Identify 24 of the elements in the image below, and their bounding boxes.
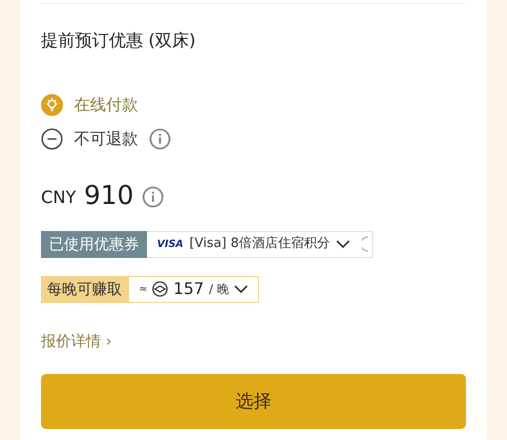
lightbulb-icon [41,94,63,116]
points-selector[interactable]: ≈ 157 / 晚 [128,276,259,302]
coupon-tag: 已使用优惠券 [41,230,147,258]
price-currency: CNY [41,187,76,210]
coupon-text: [Visa] 8倍酒店住宿积分 [189,235,330,254]
policy-label: 不可退款 [74,128,138,150]
rate-title: 提前预订优惠 (双床) [41,30,197,53]
chevron-down-icon [234,284,248,294]
notch-icon [362,236,368,252]
coupon-selector[interactable]: VISA [Visa] 8倍酒店住宿积分 [147,230,373,258]
points-unit: / 晚 [208,281,229,298]
chevron-down-icon [336,240,350,248]
policy-label: 在线付款 [74,94,138,116]
details-link[interactable]: 报价详情 › [41,330,112,352]
earn-tag: 每晚可赚取 [41,276,128,302]
info-icon[interactable] [142,186,164,208]
price-amount: 910 [84,180,134,213]
points-icon [152,281,168,297]
minus-circle-icon [41,128,63,150]
points-value: 157 [173,278,204,300]
approx-sign: ≈ [139,282,148,296]
select-button[interactable]: 选择 [41,374,466,429]
card-logo: VISA [157,238,184,252]
info-icon[interactable] [149,128,171,150]
